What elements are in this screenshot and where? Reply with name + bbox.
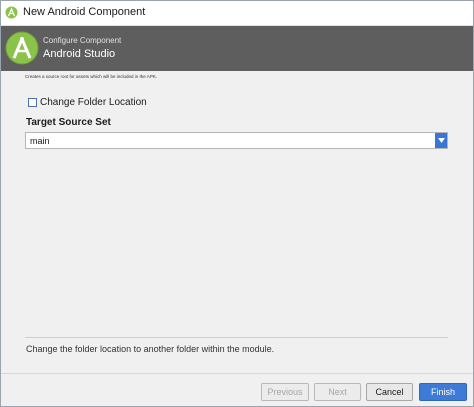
new-android-component-dialog: New Android Component Configure Componen… — [0, 0, 474, 407]
window-title: New Android Component — [23, 6, 146, 18]
chevron-down-icon — [437, 138, 445, 143]
target-source-set-select[interactable]: main — [25, 132, 448, 149]
footer-divider — [1, 373, 473, 374]
android-studio-icon — [5, 6, 18, 19]
banner-subtitle: Configure Component — [43, 36, 122, 45]
previous-button[interactable]: Previous — [261, 383, 309, 401]
change-folder-location-option[interactable]: Change Folder Location — [28, 96, 147, 108]
help-divider — [25, 337, 448, 338]
next-button[interactable]: Next — [314, 383, 361, 401]
help-text: Change the folder location to another fo… — [26, 344, 275, 354]
header-banner: Configure Component Android Studio — [1, 26, 473, 71]
cancel-button[interactable]: Cancel — [366, 383, 413, 401]
change-folder-location-label[interactable]: Change Folder Location — [40, 97, 147, 108]
target-source-set-value: main — [30, 136, 50, 146]
title-bar: New Android Component — [1, 1, 473, 26]
change-folder-location-checkbox[interactable] — [28, 97, 37, 107]
finish-button[interactable]: Finish — [419, 383, 467, 401]
target-source-set-label: Target Source Set — [26, 117, 111, 128]
banner-title: Android Studio — [43, 48, 116, 60]
dropdown-toggle[interactable] — [435, 133, 447, 148]
android-studio-logo-icon — [5, 31, 39, 65]
component-description: Creates a source root for assets which w… — [25, 74, 158, 79]
